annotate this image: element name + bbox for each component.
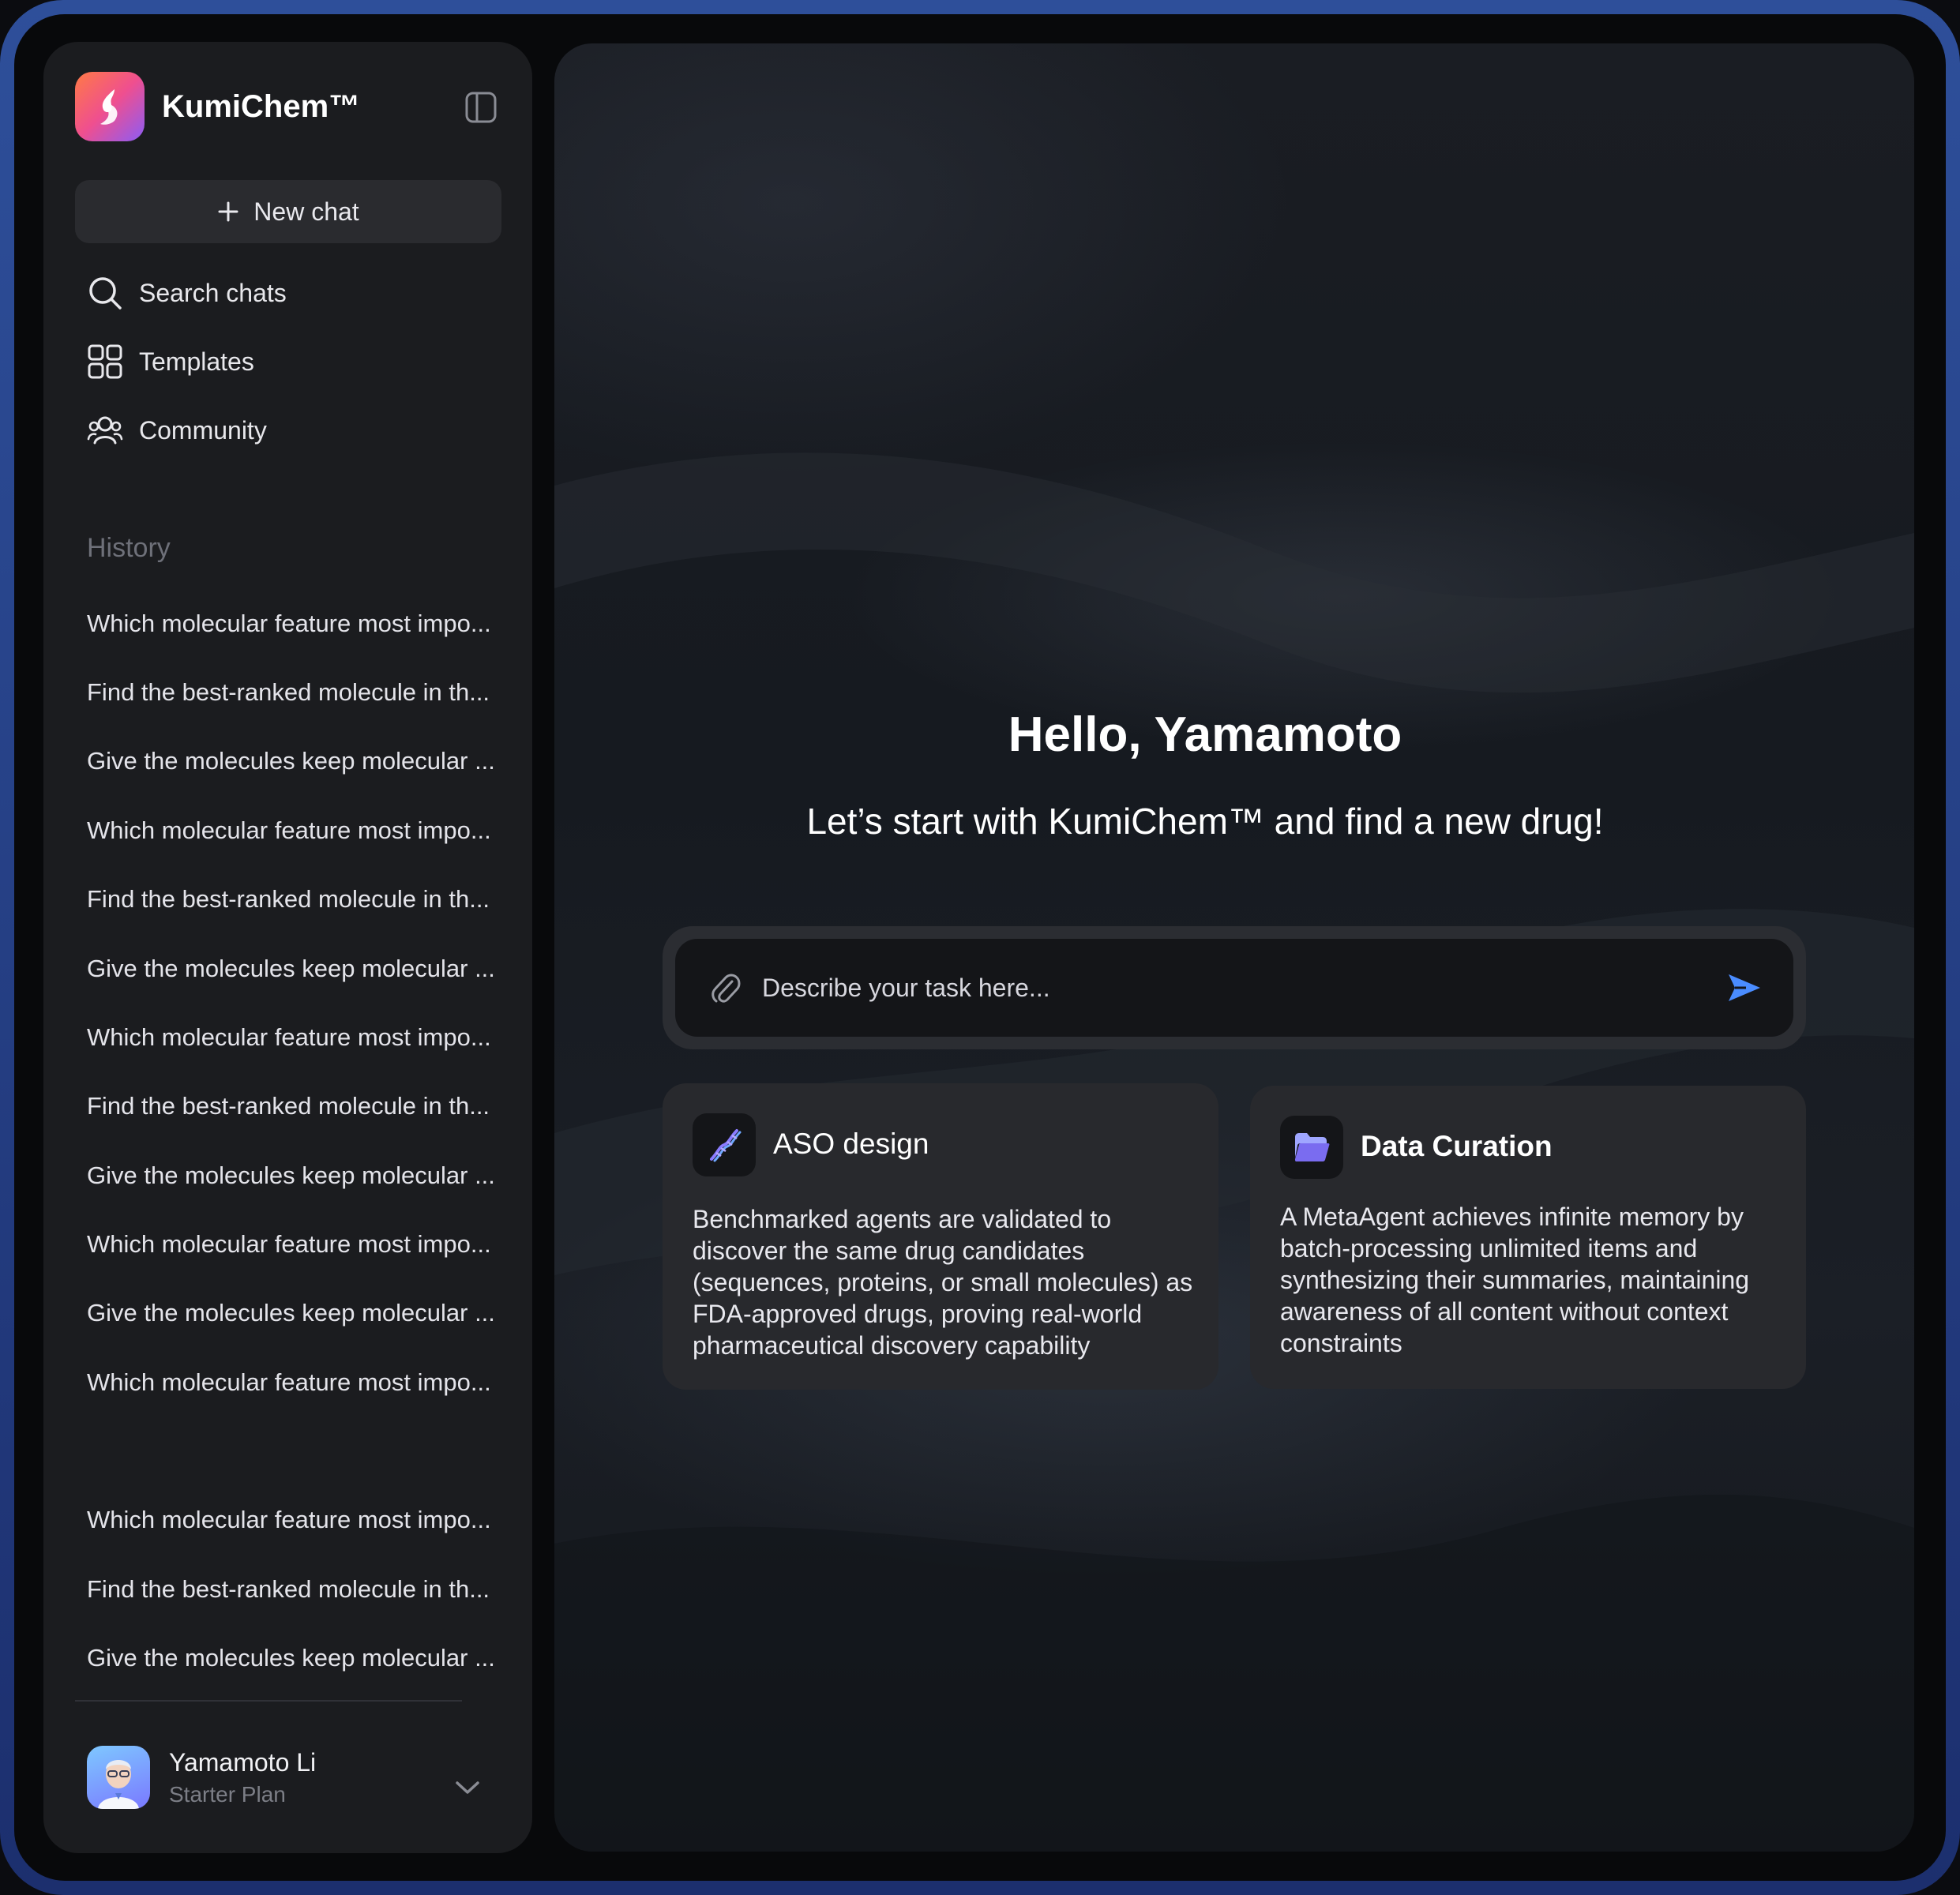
card-title: Data Curation — [1361, 1130, 1553, 1162]
brand: KumiChem™ — [75, 72, 360, 141]
history-item[interactable]: Find the best-ranked molecule in th... — [87, 1575, 513, 1604]
sidebar-divider — [75, 1700, 462, 1702]
history-item[interactable]: Which molecular feature most impo... — [87, 1368, 513, 1397]
prompt-composer — [663, 926, 1806, 1049]
user-profile[interactable]: Yamamoto Li Starter Plan — [87, 1746, 316, 1809]
nav-community[interactable]: Community — [87, 412, 267, 448]
greeting-heading: Hello, Yamamoto — [1008, 707, 1402, 762]
plus-icon — [217, 201, 239, 223]
paperclip-icon[interactable] — [708, 970, 743, 1005]
history-item[interactable]: Which molecular feature most impo... — [87, 816, 513, 845]
history-item[interactable]: Find the best-ranked molecule in th... — [87, 885, 513, 914]
avatar — [87, 1746, 150, 1809]
nav-templates[interactable]: Templates — [87, 343, 254, 380]
history-item[interactable]: Which molecular feature most impo... — [87, 1023, 513, 1052]
people-icon — [87, 412, 123, 448]
history-item[interactable]: Give the molecules keep molecular ... — [87, 955, 513, 983]
main-panel: Hello, Yamamoto Let’s start with KumiChe… — [554, 43, 1914, 1852]
history-item[interactable]: Find the best-ranked molecule in th... — [87, 1092, 513, 1120]
app-name: KumiChem™ — [162, 88, 361, 124]
card-description: Benchmarked agents are validated to disc… — [693, 1205, 1193, 1360]
app-logo-icon — [75, 72, 145, 141]
task-input[interactable] — [760, 972, 1724, 1004]
card-description: A MetaAgent achieves infinite memory by … — [1280, 1203, 1750, 1357]
folder-icon — [1280, 1116, 1343, 1179]
card-title: ASO design — [773, 1128, 929, 1160]
card-data-curation[interactable]: Data Curation A MetaAgent achieves infin… — [1250, 1086, 1806, 1389]
history-item[interactable]: Give the molecules keep molecular ... — [87, 1644, 513, 1672]
send-icon[interactable] — [1724, 968, 1763, 1008]
history-item[interactable]: Find the best-ranked molecule in th... — [87, 678, 513, 707]
dna-icon — [693, 1113, 756, 1176]
history-item[interactable]: Which molecular feature most impo... — [87, 1506, 513, 1534]
sidebar-toggle-icon[interactable] — [465, 92, 497, 123]
card-aso-design[interactable]: ASO design Benchmarked agents are valida… — [663, 1083, 1218, 1390]
sidebar: KumiChem™ New chat Search chats Template… — [43, 42, 532, 1853]
nav-label: Search chats — [139, 278, 287, 307]
grid-icon — [87, 343, 123, 380]
new-chat-button[interactable]: New chat — [75, 180, 501, 243]
history-item[interactable]: Which molecular feature most impo... — [87, 1230, 513, 1259]
user-plan: Starter Plan — [169, 1781, 286, 1807]
search-icon — [87, 275, 123, 311]
nav-search-chats[interactable]: Search chats — [87, 275, 287, 311]
history-item[interactable]: Give the molecules keep molecular ... — [87, 1161, 513, 1190]
new-chat-label: New chat — [253, 197, 359, 226]
nav-label: Community — [139, 415, 267, 445]
history-heading: History — [87, 533, 171, 563]
greeting-subtitle: Let’s start with KumiChem™ and find a ne… — [806, 801, 1604, 842]
nav-label: Templates — [139, 347, 254, 376]
prompt-box — [675, 939, 1793, 1037]
history-item[interactable]: Give the molecules keep molecular ... — [87, 747, 513, 775]
history-item[interactable]: Which molecular feature most impo... — [87, 610, 513, 638]
user-name: Yamamoto Li — [169, 1747, 317, 1777]
history-item[interactable]: Give the molecules keep molecular ... — [87, 1299, 513, 1327]
chevron-down-icon[interactable] — [454, 1779, 481, 1800]
